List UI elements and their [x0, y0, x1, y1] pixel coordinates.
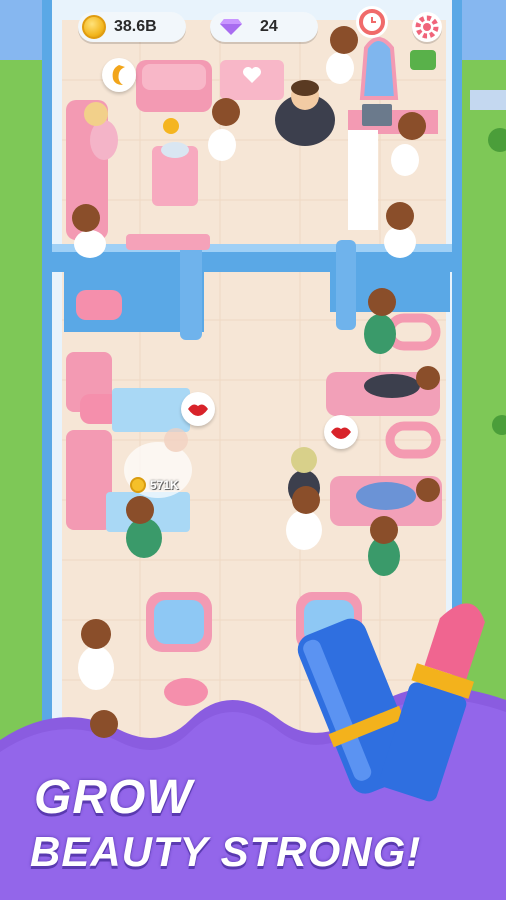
earnings-popup: 571K: [130, 477, 179, 493]
characters-layer: [72, 26, 485, 802]
staff-character: [126, 496, 162, 558]
customer-character: [84, 102, 118, 160]
coin-icon: [82, 15, 106, 39]
banner-line1: GROW: [34, 771, 193, 824]
clock-icon: [363, 13, 381, 31]
coin-counter[interactable]: 38.6B: [78, 12, 186, 42]
earnings-amount: 571K: [150, 478, 179, 492]
clock-button[interactable]: [356, 6, 388, 38]
staff-character: [368, 516, 400, 576]
diamond-icon: [220, 19, 242, 35]
lips-icon: [188, 404, 208, 416]
staff-character: [208, 98, 240, 161]
lips-icon: [331, 427, 351, 439]
gem-amount: 24: [260, 18, 278, 35]
customer-character: [364, 366, 440, 398]
banner-line2: BEAUTY STRONG!: [30, 828, 422, 875]
staff-character: [90, 710, 118, 738]
hair-comb-icon: [112, 65, 125, 85]
staff-character: [391, 112, 426, 176]
customer-character: [356, 478, 440, 510]
staff-character: [72, 204, 106, 258]
settings-button[interactable]: [412, 12, 442, 42]
gear-icon: [415, 15, 439, 39]
staff-character: [384, 202, 416, 258]
hair-service-bubble[interactable]: [102, 58, 136, 92]
lipstick-illustration: [297, 603, 485, 802]
coin-amount: 38.6B: [114, 18, 157, 35]
customer-character: [275, 80, 335, 146]
gem-counter[interactable]: 24: [210, 12, 318, 42]
staff-character: [364, 288, 396, 354]
staff-character: [78, 619, 114, 690]
lips-service-bubble[interactable]: [324, 415, 358, 449]
lips-service-bubble[interactable]: [181, 392, 215, 426]
coin-icon: [130, 477, 146, 493]
staff-character: [326, 26, 358, 84]
